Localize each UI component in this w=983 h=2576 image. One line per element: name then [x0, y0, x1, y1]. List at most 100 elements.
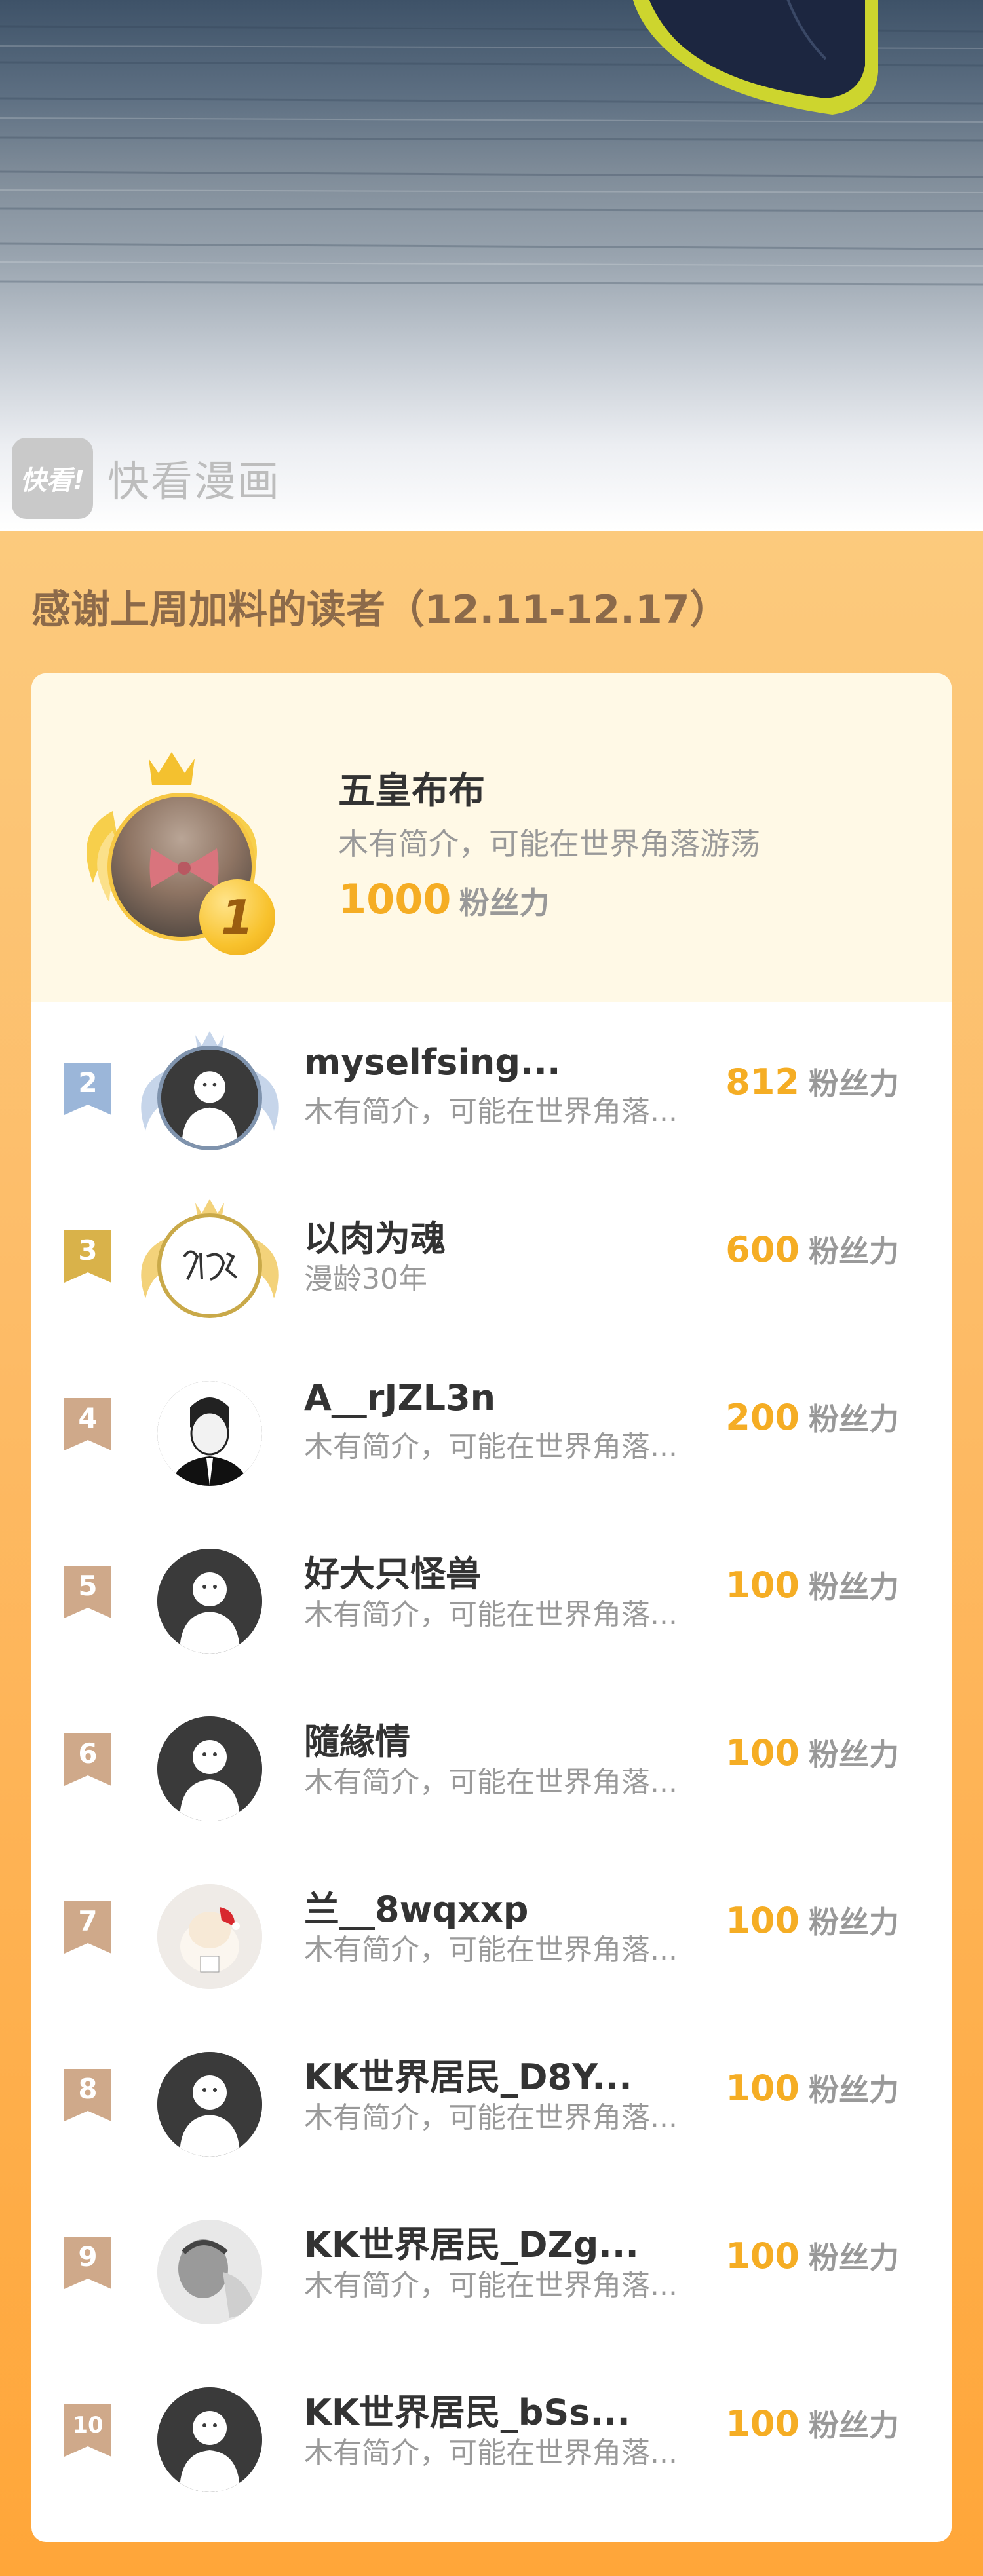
fan-power-unit: 粉丝力: [809, 1401, 899, 1437]
fan-power: 100 粉丝力: [725, 1899, 899, 1942]
leaderboard-row[interactable]: 3 以肉为魂 漫龄30年 600 粉丝力: [31, 1170, 952, 1338]
leaderboard-row[interactable]: 6 隨緣情 木有简介，可能在世界角落... 100 粉丝力: [31, 1673, 952, 1841]
leaderboard-card: 1 五皇布布 木有简介，可能在世界角落游荡 1000 粉丝力 2 myselfsin…: [31, 673, 952, 2542]
user-name[interactable]: 五皇布布: [338, 761, 485, 814]
fan-power-value: 1000: [338, 875, 452, 923]
fan-power-unit: 粉丝力: [809, 2072, 899, 2108]
fan-power-unit: 粉丝力: [809, 2408, 899, 2443]
crown-icon: [149, 752, 195, 785]
top1-avatar-frame: 1: [73, 732, 275, 955]
fan-power-unit: 粉丝力: [809, 1066, 899, 1101]
rank-badge: 6: [64, 1733, 111, 1786]
comic-page: 快看! 快看漫画 感谢上周加料的读者（12.11-12.17） 1 五皇布布 木…: [0, 0, 983, 2576]
leaderboard-row[interactable]: 9 KK世界居民_DZg... 木有简介，可能在世界角落... 100 粉丝力: [31, 2176, 952, 2344]
avatar[interactable]: [157, 1884, 262, 1989]
rank-badge: 8: [64, 2069, 111, 2121]
calligraphy-avatar: [183, 1250, 238, 1281]
user-name[interactable]: 好大只怪兽: [304, 1545, 481, 1597]
rank-number: 2: [78, 1067, 98, 1099]
rank-number: 3: [78, 1234, 98, 1266]
fan-power: 100 粉丝力: [725, 2066, 899, 2110]
rank-number: 9: [78, 2241, 98, 2273]
fan-power-value: 100: [725, 1900, 800, 1941]
user-bio: 木有简介，可能在世界角落游荡: [338, 826, 760, 862]
avatar[interactable]: [157, 1549, 262, 1654]
rank-number: 4: [78, 1402, 98, 1434]
user-bio: 木有简介，可能在世界角落...: [304, 1095, 678, 1128]
rank-badge: 5: [64, 1566, 111, 1618]
leaderboard-row[interactable]: 4 A__rJZL3n 木有简介，可能在世界角落... 200 粉丝力: [31, 1338, 952, 1506]
sketch-person-avatar: [157, 1381, 262, 1486]
user-name[interactable]: A__rJZL3n: [304, 1377, 495, 1418]
avatar-frame: [131, 1026, 301, 1157]
fan-power-unit: 粉丝力: [809, 2240, 899, 2275]
avatar[interactable]: [157, 2052, 262, 2157]
rank-number: 6: [78, 1737, 98, 1770]
fan-power-value: 100: [725, 2235, 800, 2277]
leaderboard-row[interactable]: 8 KK世界居民_D8Y... 木有简介，可能在世界角落... 100 粉丝力: [31, 2009, 952, 2176]
avatar-frame: [131, 1697, 301, 1828]
avatar[interactable]: [157, 1381, 262, 1486]
comic-panel-illustration: 快看! 快看漫画: [0, 0, 983, 531]
leaderboard-row[interactable]: 5 好大只怪兽 木有简介，可能在世界角落... 100 粉丝力: [31, 1506, 952, 1673]
fan-power: 600 粉丝力: [725, 1228, 899, 1271]
rank-number: 8: [78, 2073, 98, 2105]
user-bio: 漫龄30年: [304, 1262, 427, 1296]
rank-number: 10: [72, 2412, 104, 2438]
user-name[interactable]: myselfsing...: [304, 1042, 561, 1083]
avatar[interactable]: [157, 2220, 262, 2324]
fan-power-value: 100: [725, 1564, 800, 1606]
default-avatar-icon: [157, 2387, 262, 2492]
rank-number: 7: [78, 1905, 98, 1937]
fan-power-value: 100: [725, 2403, 800, 2444]
rank-badge: 10: [64, 2404, 111, 2457]
avatar[interactable]: [157, 1046, 262, 1150]
leaderboard-row[interactable]: 2 myselfsing... 木有简介，可能在世界角落... 812 粉丝力: [31, 1002, 952, 1170]
avatar-frame: [131, 1529, 301, 1660]
fan-power-value: 100: [725, 2068, 800, 2109]
user-name[interactable]: 兰__8wqxxp: [304, 1880, 528, 1932]
avatar-frame: [131, 2368, 301, 2499]
user-name[interactable]: KK世界居民_D8Y...: [304, 2048, 632, 2100]
fan-power: 200 粉丝力: [725, 1395, 899, 1439]
avatar[interactable]: [157, 1716, 262, 1821]
watermark-text: 快看漫画: [107, 458, 280, 506]
default-avatar-icon: [157, 1549, 262, 1654]
user-name[interactable]: 隨緣情: [304, 1713, 410, 1764]
fan-power-value: 812: [725, 1061, 800, 1103]
fan-power: 100 粉丝力: [725, 2234, 899, 2277]
fan-power-unit: 粉丝力: [809, 1737, 899, 1772]
default-avatar-icon: [161, 1050, 258, 1146]
rank-badge: 3: [64, 1230, 111, 1283]
user-bio: 木有简介，可能在世界角落...: [304, 2101, 678, 2134]
fan-power-value: 200: [725, 1397, 800, 1438]
fan-power-unit: 粉丝力: [809, 1234, 899, 1269]
avatar[interactable]: [157, 2387, 262, 2492]
user-bio: 木有简介，可能在世界角落...: [304, 1430, 678, 1464]
avatar-frame: [131, 1865, 301, 1996]
fan-power-value: 100: [725, 1732, 800, 1773]
avatar[interactable]: [157, 1213, 262, 1318]
avatar-frame: [131, 2032, 301, 2163]
user-bio: 木有简介，可能在世界角落...: [304, 2436, 678, 2470]
avatar-frame: [131, 2200, 301, 2331]
user-name[interactable]: KK世界居民_bSs...: [304, 2383, 630, 2435]
leaderboard-row[interactable]: 10 KK世界居民_bSs... 木有简介，可能在世界角落... 100 粉丝力: [31, 2344, 952, 2512]
fan-power: 100 粉丝力: [725, 1563, 899, 1606]
avatar-frame: [131, 1361, 301, 1492]
fan-power-unit: 粉丝力: [809, 1569, 899, 1604]
dog-avatar: [157, 1884, 262, 1989]
default-avatar-icon: [157, 1716, 262, 1821]
user-name[interactable]: 以肉为魂: [304, 1209, 446, 1261]
dark-object-shape: [632, 0, 878, 115]
user-name[interactable]: KK世界居民_DZg...: [304, 2216, 639, 2267]
fan-power: 1000 粉丝力: [338, 875, 550, 923]
user-bio: 木有简介，可能在世界角落...: [304, 2269, 678, 2302]
rank-1-medal: 1: [199, 879, 275, 955]
rank-badge: 2: [64, 1063, 111, 1115]
leaderboard-row[interactable]: 7 兰__8wqxxp 木有简介，可能在世界角落... 100 粉丝力: [31, 1841, 952, 2009]
avatar-frame: [131, 1194, 301, 1325]
top1-entry[interactable]: 1 五皇布布 木有简介，可能在世界角落游荡 1000 粉丝力: [31, 673, 952, 1002]
rank-badge: 4: [64, 1398, 111, 1450]
fan-power: 812 粉丝力: [725, 1060, 899, 1103]
